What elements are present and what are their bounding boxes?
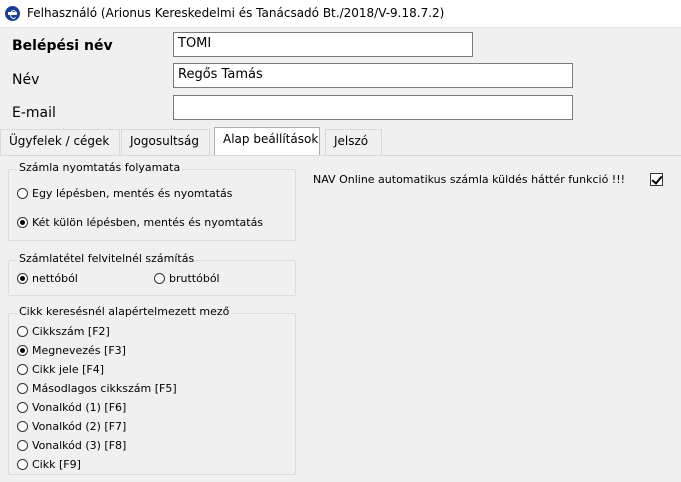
option-label: Cikkszám [F2]	[32, 325, 110, 338]
option-barcode-1[interactable]: Vonalkód (1) [F6]	[17, 401, 126, 414]
print-flow-group: Számla nyomtatás folyamata Egy lépésben,…	[8, 161, 296, 241]
radio-button[interactable]	[17, 188, 28, 199]
option-item[interactable]: Cikk [F9]	[17, 458, 81, 471]
tab-permissions[interactable]: Jogosultság	[121, 129, 210, 155]
option-label: Egy lépésben, mentés és nyomtatás	[32, 187, 233, 200]
checkmark-icon	[651, 173, 663, 185]
radio-button-selected[interactable]	[17, 345, 28, 356]
item-calc-group: Számlatétel felvitelnél számítás nettóbó…	[8, 252, 296, 296]
radio-button[interactable]	[17, 326, 28, 337]
tab-basic-settings[interactable]: Alap beállítások	[214, 127, 320, 156]
email-label: E-mail	[12, 105, 56, 121]
option-label: Vonalkód (1) [F6]	[32, 401, 127, 414]
option-barcode-3[interactable]: Vonalkód (3) [F8]	[17, 439, 126, 452]
net-option[interactable]: nettóból	[17, 272, 78, 285]
option-label: Másodlagos cikkszám [F5]	[32, 382, 177, 395]
radio-button[interactable]	[154, 273, 165, 284]
window-title: Felhasználó (Arionus Kereskedelmi és Tan…	[27, 6, 445, 20]
option-name[interactable]: Megnevezés [F3]	[17, 344, 126, 357]
app-logo-icon	[5, 6, 20, 21]
item-calc-title: Számlatétel felvitelnél számítás	[17, 252, 197, 265]
tab-customers[interactable]: Ügyfelek / cégek	[0, 129, 120, 155]
search-field-title: Cikk keresésnél alapértelmezett mező	[17, 305, 232, 318]
print-two-step-option[interactable]: Két külön lépésben, mentés és nyomtatás	[17, 216, 263, 229]
print-one-step-option[interactable]: Egy lépésben, mentés és nyomtatás	[17, 187, 232, 200]
login-name-input[interactable]: TOMI	[173, 32, 473, 57]
title-bar: Felhasználó (Arionus Kereskedelmi és Tan…	[0, 0, 681, 28]
radio-button[interactable]	[17, 421, 28, 432]
radio-button[interactable]	[17, 402, 28, 413]
radio-button-selected[interactable]	[17, 217, 28, 228]
tab-password[interactable]: Jelszó	[325, 129, 382, 155]
option-barcode-2[interactable]: Vonalkód (2) [F7]	[17, 420, 126, 433]
nav-online-label: NAV Online automatikus számla küldés hát…	[313, 173, 626, 186]
option-item-number[interactable]: Cikkszám [F2]	[17, 325, 110, 338]
radio-button[interactable]	[17, 459, 28, 470]
nav-online-checkbox[interactable]	[650, 173, 663, 186]
radio-button[interactable]	[17, 440, 28, 451]
option-label: bruttóból	[169, 272, 220, 285]
option-secondary-number[interactable]: Másodlagos cikkszám [F5]	[17, 382, 177, 395]
option-label: Két külön lépésben, mentés és nyomtatás	[32, 216, 264, 229]
option-label: Cikk [F9]	[32, 458, 81, 471]
option-label: Vonalkód (2) [F7]	[32, 420, 127, 433]
option-item-mark[interactable]: Cikk jele [F4]	[17, 363, 104, 376]
print-flow-title: Számla nyomtatás folyamata	[17, 161, 183, 174]
name-label: Név	[12, 72, 40, 88]
login-name-label: Belépési név	[12, 38, 113, 54]
tab-strip: Ügyfelek / cégek Jogosultság Alap beállí…	[0, 127, 681, 156]
gross-option[interactable]: bruttóból	[154, 272, 220, 285]
name-input[interactable]: Regős Tamás	[173, 63, 573, 88]
option-label: nettóból	[32, 272, 78, 285]
radio-button[interactable]	[17, 383, 28, 394]
radio-button[interactable]	[17, 364, 28, 375]
option-label: Megnevezés [F3]	[32, 344, 126, 357]
option-label: Cikk jele [F4]	[32, 363, 105, 376]
option-label: Vonalkód (3) [F8]	[32, 439, 127, 452]
email-input[interactable]	[173, 95, 573, 120]
search-field-group: Cikk keresésnél alapértelmezett mező Cik…	[8, 305, 296, 475]
basic-settings-panel: Számla nyomtatás folyamata Egy lépésben,…	[0, 156, 681, 482]
radio-button-selected[interactable]	[17, 273, 28, 284]
